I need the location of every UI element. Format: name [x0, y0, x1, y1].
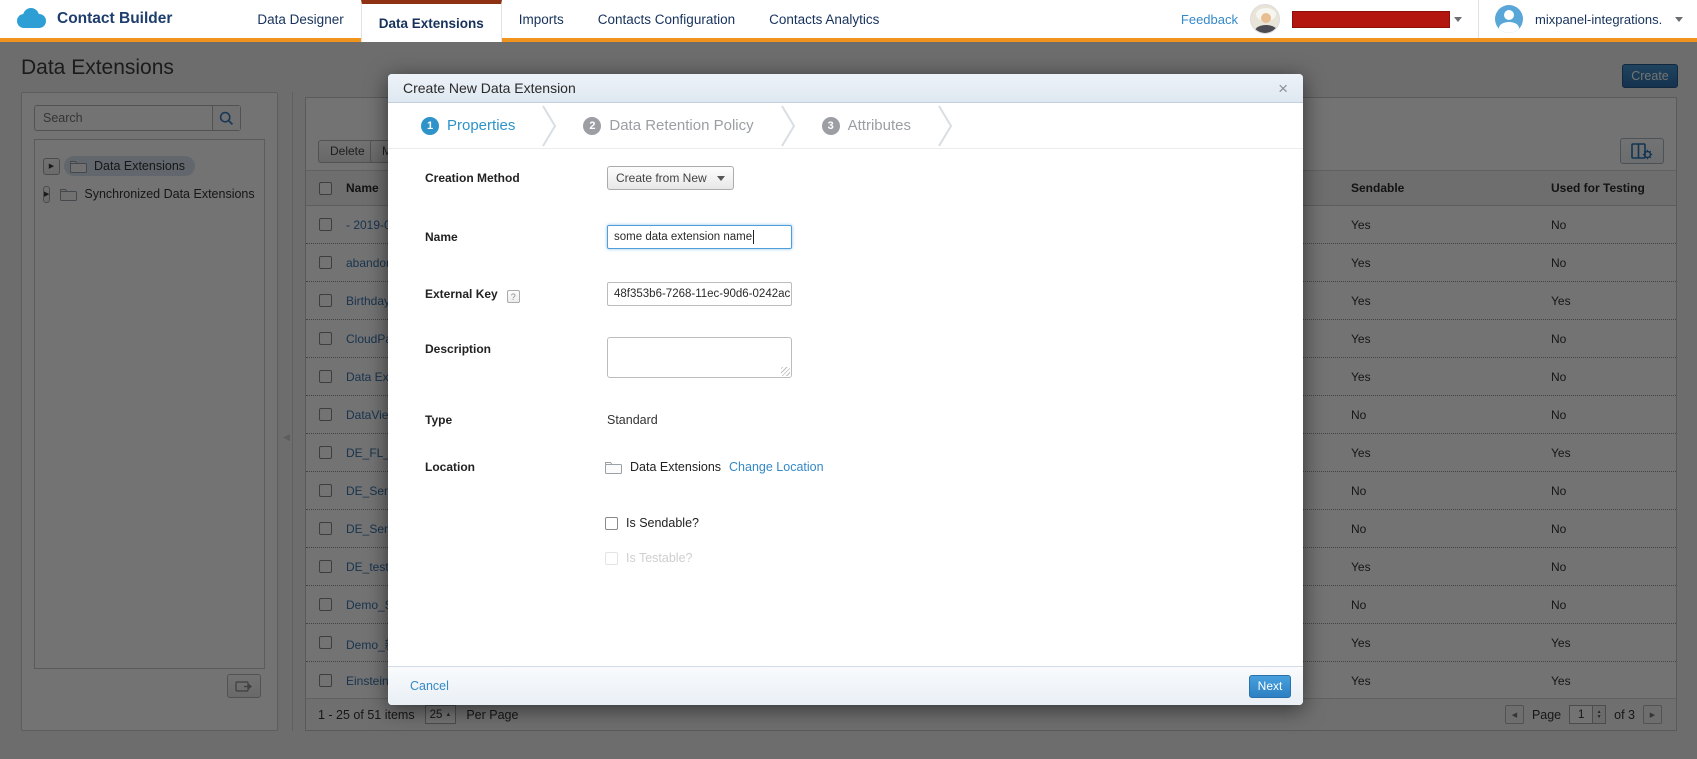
nav-divider	[1478, 0, 1479, 38]
user-avatar[interactable]	[1495, 5, 1523, 33]
account-name: mixpanel-integrations...	[1535, 12, 1663, 27]
caret-down-icon	[1454, 17, 1462, 22]
is-testable-row: Is Testable?	[605, 551, 692, 565]
modal-footer: Cancel Next	[388, 666, 1303, 705]
is-sendable-checkbox[interactable]	[605, 517, 618, 530]
next-button[interactable]: Next	[1249, 675, 1291, 698]
is-testable-label: Is Testable?	[626, 551, 692, 565]
creation-method-dropdown[interactable]: Create from New	[607, 166, 734, 190]
name-input[interactable]: some data extension name	[607, 225, 792, 249]
step-label: Data Retention Policy	[609, 117, 753, 134]
salesforce-cloud-icon	[14, 7, 48, 31]
app-brand: Contact Builder	[0, 0, 188, 42]
account-switcher-dropdown[interactable]	[1292, 11, 1462, 28]
chevron-separator-icon	[541, 104, 557, 148]
app-title: Contact Builder	[57, 10, 172, 28]
description-textarea[interactable]	[607, 337, 792, 378]
nav-tab-data-extensions[interactable]: Data Extensions	[361, 0, 502, 42]
text-caret	[753, 230, 754, 244]
nav-tab-contacts-analytics[interactable]: Contacts Analytics	[752, 0, 896, 42]
step-number: 3	[822, 117, 840, 135]
name-value: some data extension name	[614, 231, 752, 243]
is-sendable-row: Is Sendable?	[605, 516, 699, 530]
creation-method-label: Creation Method	[425, 171, 520, 185]
close-icon[interactable]: ×	[1278, 80, 1288, 97]
step-label: Attributes	[848, 117, 911, 134]
redacted-account-label	[1292, 11, 1450, 28]
is-testable-checkbox	[605, 552, 618, 565]
nav-tab-data-designer[interactable]: Data Designer	[240, 0, 360, 42]
step-properties[interactable]: 1 Properties	[421, 117, 515, 135]
folder-icon	[605, 461, 622, 474]
einstein-avatar[interactable]	[1250, 4, 1280, 34]
step-data-retention-policy[interactable]: 2 Data Retention Policy	[583, 117, 753, 135]
nav-tabs: Data Designer Data Extensions Imports Co…	[240, 0, 896, 42]
external-key-label: External Key?	[425, 287, 520, 303]
feedback-link[interactable]: Feedback	[1181, 12, 1238, 27]
caret-down-icon	[717, 176, 725, 181]
description-label: Description	[425, 342, 491, 356]
external-key-value: 48f353b6-7268-11ec-90d6-0242ac1200	[614, 288, 792, 300]
cancel-link[interactable]: Cancel	[410, 679, 449, 693]
type-value: Standard	[607, 413, 658, 427]
external-key-input[interactable]: 48f353b6-7268-11ec-90d6-0242ac1200	[607, 282, 792, 306]
help-icon[interactable]: ?	[507, 290, 520, 303]
change-location-link[interactable]: Change Location	[729, 460, 824, 474]
name-label: Name	[425, 230, 458, 244]
location-row: Data Extensions Change Location	[605, 460, 824, 474]
is-sendable-label: Is Sendable?	[626, 516, 699, 530]
step-attributes[interactable]: 3 Attributes	[822, 117, 911, 135]
type-label: Type	[425, 413, 452, 427]
einstein-face	[1261, 13, 1271, 23]
nav-tab-contacts-configuration[interactable]: Contacts Configuration	[581, 0, 752, 42]
chevron-separator-icon	[780, 104, 796, 148]
step-number: 1	[421, 117, 439, 135]
top-nav: Contact Builder Data Designer Data Exten…	[0, 0, 1697, 42]
step-label: Properties	[447, 117, 515, 134]
creation-method-value: Create from New	[616, 171, 707, 185]
location-label: Location	[425, 460, 475, 474]
step-number: 2	[583, 117, 601, 135]
modal-title: Create New Data Extension	[403, 80, 576, 96]
nav-tab-imports[interactable]: Imports	[502, 0, 581, 42]
modal-title-bar: Create New Data Extension ×	[388, 74, 1303, 103]
wizard-steps: 1 Properties 2 Data Retention Policy 3 A…	[388, 103, 1303, 149]
location-value: Data Extensions	[630, 460, 721, 474]
create-data-extension-modal: Create New Data Extension × 1 Properties…	[388, 74, 1303, 705]
user-menu-caret-icon[interactable]	[1675, 17, 1683, 22]
chevron-separator-icon	[937, 104, 953, 148]
nav-right-section: Feedback mixpanel-integrations...	[1181, 0, 1697, 42]
